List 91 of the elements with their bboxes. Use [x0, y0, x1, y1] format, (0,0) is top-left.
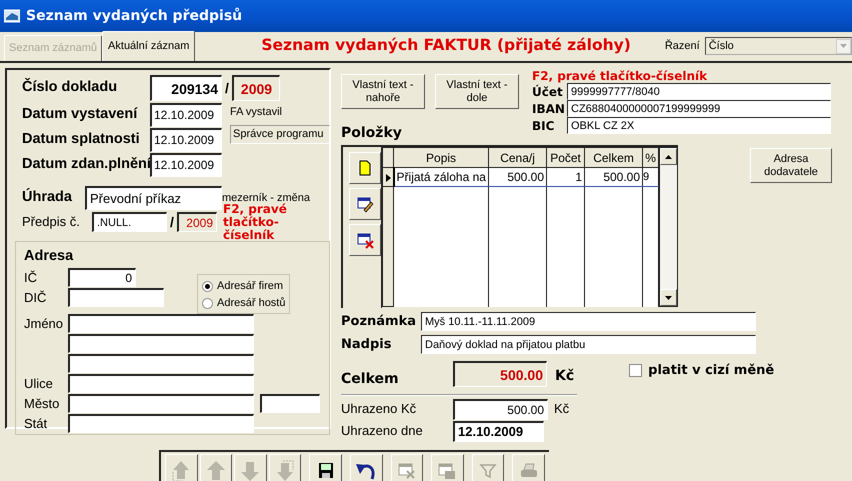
table-cell: 500.00 [584, 168, 643, 186]
paid-label: Uhrazeno dne [341, 422, 424, 440]
table-cell: Přijatá záloha na [394, 168, 489, 186]
address-field[interactable] [68, 334, 254, 354]
document-number-label: Číslo dokladu [22, 77, 118, 98]
date-field[interactable]: 12.10.2009 [150, 128, 222, 152]
custom-text-button[interactable]: Vlastní text - nahoře [341, 74, 425, 109]
radio-label[interactable]: Adresář hostů [217, 295, 286, 312]
note-label: Poznámka [341, 312, 418, 331]
save-button[interactable] [309, 454, 342, 481]
document-year-field[interactable]: 2009 [232, 75, 280, 101]
date-label: Datum vystavení [22, 104, 138, 124]
column-header: % [642, 148, 659, 168]
column-header: Počet [546, 148, 585, 168]
bank-field-label: BIC [532, 118, 556, 134]
undo-button[interactable] [350, 454, 383, 481]
paid-label: Uhrazeno Kč [341, 400, 418, 418]
field-label: Ulice [24, 375, 54, 393]
address-field[interactable] [68, 394, 254, 414]
items-title: Položky [341, 124, 403, 143]
date-field[interactable]: 12.10.2009 [150, 102, 222, 126]
table-cell: 1 [546, 168, 585, 186]
prescription-field[interactable]: .NULL. [92, 212, 167, 232]
radio-label[interactable]: Adresář firem [217, 278, 284, 294]
delete-row-icon [356, 232, 374, 248]
app-icon [4, 9, 20, 23]
address-field[interactable] [68, 354, 254, 374]
table-cell: 500.00 [488, 168, 547, 186]
address-field[interactable] [68, 288, 164, 308]
total-field[interactable]: 500.00 [453, 361, 547, 387]
column-header: Cena/j [488, 148, 547, 168]
checkbox[interactable] [629, 364, 642, 378]
edit-row-icon [356, 196, 374, 212]
prescription-hint: F2, pravé tlačítko-číselník [223, 202, 288, 242]
payment-label: Úhrada [22, 187, 73, 208]
date-label: Datum zdan.plnění [22, 154, 150, 174]
bank-field-label: Účet [532, 84, 564, 100]
field-label: Jméno [24, 315, 64, 333]
field-label: IČ [24, 269, 38, 287]
currency-text: Kč [554, 400, 570, 418]
caption-field[interactable]: Daňový doklad na přijatou platbu [421, 335, 756, 354]
issued-by-field[interactable]: Správce programu [230, 124, 330, 144]
new-document-icon [356, 160, 374, 176]
scroll-down-icon [665, 296, 672, 300]
paid-date-field[interactable]: 12.10.2009 [453, 420, 544, 442]
tab[interactable]: Aktuální záznam [102, 30, 196, 61]
postal-code-field[interactable] [260, 394, 320, 414]
radio-button[interactable] [202, 298, 213, 309]
sort-label: Řazení [664, 38, 700, 54]
supplier-address-button[interactable]: Adresa dodavatele [750, 148, 832, 183]
window-title: Seznam vydaných předpisů [26, 6, 242, 26]
bank-field-label: IBAN [532, 100, 566, 118]
address-field[interactable] [68, 374, 254, 394]
prescription-label: Předpis č. [22, 213, 81, 232]
edit-item-button[interactable] [349, 188, 381, 220]
field-label: DIČ [24, 289, 48, 307]
document-number-field[interactable]: 209134 [150, 75, 222, 101]
total-label: Celkem [341, 370, 400, 389]
scrollbar[interactable] [659, 147, 678, 307]
field-label: Stát [24, 415, 48, 433]
bank-field[interactable]: OBKL CZ 2X [567, 117, 831, 134]
bank-hint: F2, pravé tlačítko-číselník [532, 70, 708, 83]
field-label: Město [24, 395, 60, 413]
caption-label: Nadpis [341, 336, 392, 354]
column-header: Popis [394, 148, 489, 168]
scroll-up-icon [665, 154, 672, 158]
address-title: Adresa [24, 247, 74, 266]
custom-text-button[interactable]: Vlastní text - dole [435, 74, 519, 109]
new-item-button[interactable] [349, 152, 381, 184]
checkbox-label: platit v cizí měně [648, 362, 774, 380]
date-field[interactable]: 12.10.2009 [150, 152, 222, 176]
address-field[interactable] [68, 314, 254, 334]
slash-text: / [169, 212, 175, 232]
paid-amount-field[interactable]: 500.00 [453, 398, 548, 420]
date-label: Datum splatnosti [22, 130, 141, 149]
currency-text: Kč [555, 367, 574, 386]
delete-item-button[interactable] [349, 224, 381, 256]
column-header: Celkem [584, 148, 643, 168]
address-field[interactable] [68, 414, 254, 434]
prescription-year-field[interactable]: 2009 [177, 212, 217, 232]
radio-button[interactable] [202, 280, 213, 292]
payment-field[interactable]: Převodní příkaz [85, 186, 222, 210]
bank-field[interactable]: 9999997777/8040 [567, 83, 831, 100]
bank-field[interactable]: CZ6880400000007199999999 [567, 100, 831, 117]
payment-hint: mezerník - změna [222, 190, 310, 204]
form-heading: Seznam vydaných FAKTUR (přijaté zálohy) [261, 34, 631, 56]
address-field[interactable]: 0 [68, 268, 136, 288]
dropdown-arrow-icon [840, 44, 847, 48]
issued-by-label: FA vystavil [230, 105, 283, 120]
slash-text: / [224, 78, 230, 98]
note-field[interactable]: Myš 10.11.-11.11.2009 [421, 312, 756, 331]
